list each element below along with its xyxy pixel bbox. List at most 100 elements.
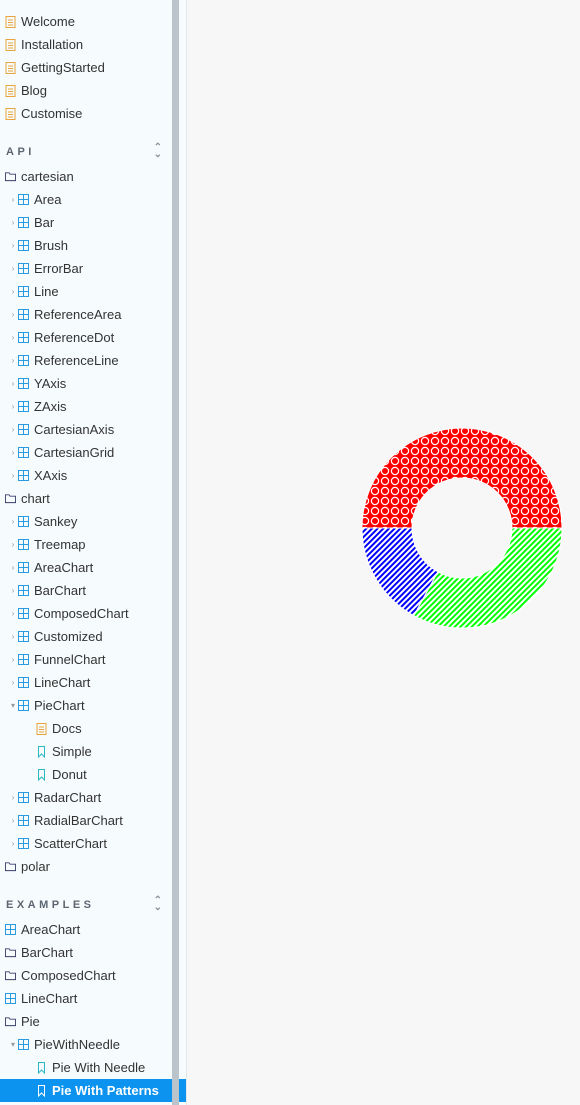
sidebar-item-label: YAxis (34, 376, 67, 391)
sidebar-item-referencearea[interactable]: › ReferenceArea (0, 303, 172, 326)
sidebar-item-bar[interactable]: › Bar (0, 211, 172, 234)
sidebar-item-label: GettingStarted (21, 60, 105, 75)
sidebar-item-label: ReferenceArea (34, 307, 122, 322)
sidebar-item-donut[interactable]: Donut (0, 763, 172, 786)
sidebar-item-installation[interactable]: Installation (0, 33, 172, 56)
chevron-right-icon[interactable]: › (8, 287, 18, 296)
sidebar-item-label: LineChart (34, 675, 91, 690)
chevron-down-icon[interactable]: ▾ (8, 1040, 18, 1049)
document-icon (5, 107, 16, 120)
chevron-right-icon[interactable]: › (8, 540, 18, 549)
pie-slice-2[interactable] (413, 527, 563, 629)
section-examples[interactable]: EXAMPLES ⌃ ⌄ (0, 894, 172, 916)
component-icon (18, 378, 29, 390)
chevron-right-icon[interactable]: › (8, 839, 18, 848)
sidebar-item-label: polar (21, 859, 50, 874)
sidebar-item-cartesiangrid[interactable]: › CartesianGrid (0, 441, 172, 464)
chevron-right-icon[interactable]: › (8, 563, 18, 572)
sidebar-item-referenceline[interactable]: › ReferenceLine (0, 349, 172, 372)
sidebar-item-linechart[interactable]: › LineChart (0, 671, 172, 694)
sidebar-item-gettingstarted[interactable]: GettingStarted (0, 56, 172, 79)
component-icon (18, 677, 29, 689)
folder-icon (5, 970, 16, 982)
chevron-right-icon[interactable]: › (8, 195, 18, 204)
chevron-down-icon[interactable]: ▾ (8, 701, 18, 710)
pie-slice-0[interactable] (361, 427, 563, 529)
collapse-toggle-icon[interactable]: ⌃ ⌄ (154, 896, 162, 913)
sidebar-item-barchart[interactable]: BarChart (0, 941, 172, 964)
component-icon (18, 424, 29, 436)
chevron-right-icon[interactable]: › (8, 333, 18, 342)
chevron-right-icon[interactable]: › (8, 793, 18, 802)
sidebar-item-zaxis[interactable]: › ZAxis (0, 395, 172, 418)
chevron-right-icon[interactable]: › (8, 655, 18, 664)
sidebar-item-funnelchart[interactable]: › FunnelChart (0, 648, 172, 671)
sidebar-item-blog[interactable]: Blog (0, 79, 172, 102)
chevron-right-icon[interactable]: › (8, 310, 18, 319)
chevron-right-icon[interactable]: › (8, 264, 18, 273)
chevron-right-icon[interactable]: › (8, 609, 18, 618)
sidebar-item-treemap[interactable]: › Treemap (0, 533, 172, 556)
sidebar-item-areachart[interactable]: › AreaChart (0, 556, 172, 579)
sidebar-item-welcome[interactable]: Welcome (0, 10, 172, 33)
sidebar-item-label: BarChart (21, 945, 74, 960)
sidebar-item-piechart[interactable]: ▾ PieChart (0, 694, 172, 717)
sidebar-item-line[interactable]: › Line (0, 280, 172, 303)
sidebar-item-area[interactable]: › Area (0, 188, 172, 211)
chevron-right-icon[interactable]: › (8, 517, 18, 526)
sidebar-item-chart[interactable]: chart (0, 487, 172, 510)
sidebar-item-pie-with-needle[interactable]: Pie With Needle (0, 1056, 172, 1079)
folder-icon (5, 171, 16, 183)
sidebar-item-label: chart (21, 491, 50, 506)
sidebar-item-label: ScatterChart (34, 836, 107, 851)
sidebar-item-pie[interactable]: Pie (0, 1010, 172, 1033)
sidebar-item-radarchart[interactable]: › RadarChart (0, 786, 172, 809)
sidebar-item-errorbar[interactable]: › ErrorBar (0, 257, 172, 280)
sidebar-item-referencedot[interactable]: › ReferenceDot (0, 326, 172, 349)
sidebar-item-composedchart[interactable]: ComposedChart (0, 964, 172, 987)
sidebar-item-barchart[interactable]: › BarChart (0, 579, 172, 602)
component-icon (18, 516, 29, 528)
sidebar-item-polar[interactable]: polar (0, 855, 172, 878)
sidebar-item-cartesian[interactable]: cartesian (0, 165, 172, 188)
chevron-right-icon[interactable]: › (8, 218, 18, 227)
chevron-right-icon[interactable]: › (8, 241, 18, 250)
sidebar-scrollbar[interactable] (172, 0, 179, 1105)
sidebar-item-label: PieChart (34, 698, 85, 713)
sidebar-item-piewithneedle[interactable]: ▾ PieWithNeedle (0, 1033, 172, 1056)
chevron-right-icon[interactable]: › (8, 586, 18, 595)
sidebar-item-pie-with-patterns[interactable]: Pie With Patterns (0, 1079, 186, 1102)
chevron-right-icon[interactable]: › (8, 425, 18, 434)
chevron-right-icon[interactable]: › (8, 402, 18, 411)
chevron-right-icon[interactable]: › (8, 678, 18, 687)
chevron-right-icon[interactable]: › (8, 356, 18, 365)
sidebar-divider (186, 0, 187, 1105)
sidebar-item-customise[interactable]: Customise (0, 102, 172, 125)
component-icon (18, 838, 29, 850)
chevron-right-icon[interactable]: › (8, 379, 18, 388)
sidebar-item-scatterchart[interactable]: › ScatterChart (0, 832, 172, 855)
sidebar-item-areachart[interactable]: AreaChart (0, 918, 172, 941)
sidebar-item-docs[interactable]: Docs (0, 717, 172, 740)
sidebar-item-brush[interactable]: › Brush (0, 234, 172, 257)
chevron-right-icon[interactable]: › (8, 632, 18, 641)
collapse-toggle-icon[interactable]: ⌃ ⌄ (154, 143, 162, 160)
sidebar-item-sankey[interactable]: › Sankey (0, 510, 172, 533)
sidebar-item-cartesianaxis[interactable]: › CartesianAxis (0, 418, 172, 441)
sidebar-item-xaxis[interactable]: › XAxis (0, 464, 172, 487)
component-icon (18, 815, 29, 827)
component-icon (18, 1039, 29, 1051)
component-icon (18, 355, 29, 367)
sidebar-item-linechart[interactable]: LineChart (0, 987, 172, 1010)
sidebar-item-composedchart[interactable]: › ComposedChart (0, 602, 172, 625)
sidebar-item-label: ZAxis (34, 399, 67, 414)
section-api[interactable]: API ⌃ ⌄ (0, 141, 172, 163)
sidebar-item-radialbarchart[interactable]: › RadialBarChart (0, 809, 172, 832)
bookmark-icon (36, 768, 47, 781)
sidebar-item-simple[interactable]: Simple (0, 740, 172, 763)
chevron-right-icon[interactable]: › (8, 448, 18, 457)
sidebar-item-yaxis[interactable]: › YAxis (0, 372, 172, 395)
chevron-right-icon[interactable]: › (8, 471, 18, 480)
chevron-right-icon[interactable]: › (8, 816, 18, 825)
sidebar-item-customized[interactable]: › Customized (0, 625, 172, 648)
